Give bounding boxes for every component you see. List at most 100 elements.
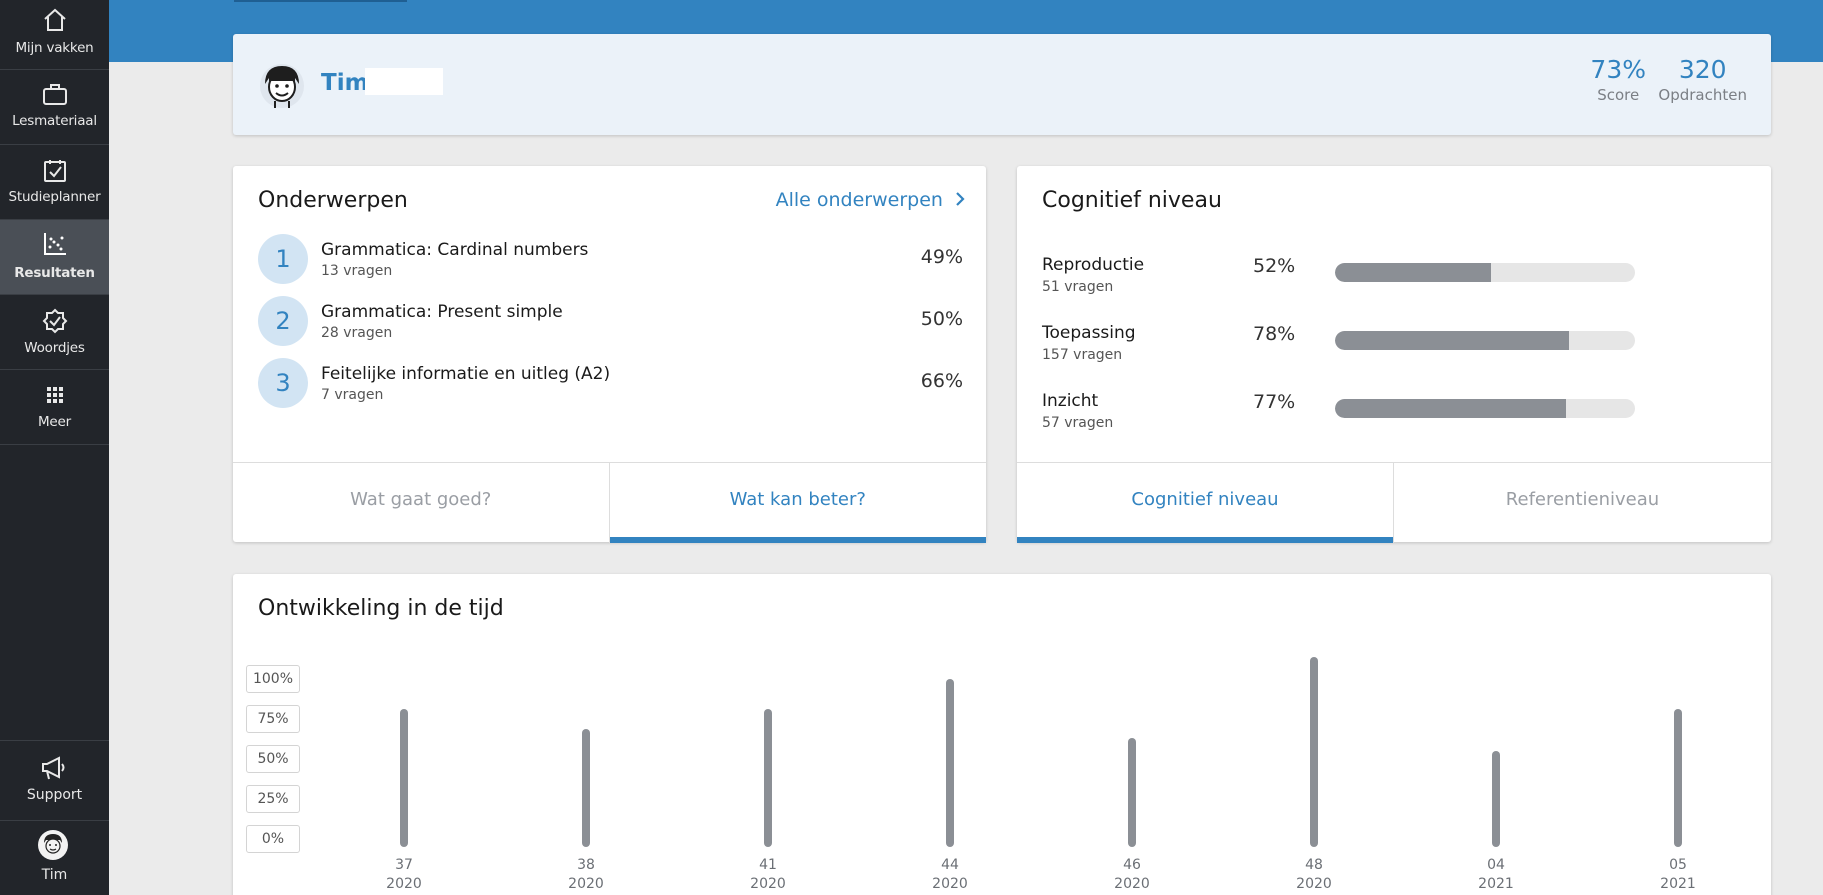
all-topics-label: Alle onderwerpen xyxy=(775,189,943,211)
redacted-surname xyxy=(365,68,443,95)
chevron-right-icon xyxy=(956,192,965,206)
sidebar-item-label: Resultaten xyxy=(14,265,95,281)
home-icon xyxy=(43,8,66,31)
cognitive-tabbar: Cognitief niveau Referentieniveau xyxy=(1017,462,1771,543)
tab-referentieniveau[interactable]: Referentieniveau xyxy=(1394,463,1771,543)
chart-bar[interactable] xyxy=(1674,709,1682,847)
development-chart-card: Ontwikkeling in de tijd 100% 75% 50% 25% 0% 3… xyxy=(233,574,1771,895)
week-label: 38 xyxy=(577,857,595,873)
cognitive-progress-fill xyxy=(1335,399,1566,418)
header-tab-indicator xyxy=(234,0,407,2)
avatar-icon xyxy=(38,830,68,860)
cognitive-level-percentage: 78% xyxy=(1253,323,1296,345)
year-label: 2021 xyxy=(1478,876,1514,892)
sidebar-item-woordjes[interactable]: Woordjes xyxy=(0,295,109,370)
sidebar-item-user[interactable]: Tim xyxy=(0,820,109,895)
x-axis-tick-label: 04 2021 xyxy=(1466,856,1526,894)
cognitive-level-count: 157 vragen xyxy=(1042,347,1123,363)
support-label: Support xyxy=(26,787,83,803)
tab-wat-gaat-goed[interactable]: Wat gaat goed? xyxy=(233,463,610,543)
chart-bar[interactable] xyxy=(1310,656,1318,847)
avatar xyxy=(260,64,304,108)
week-label: 37 xyxy=(395,857,413,873)
grid-icon xyxy=(46,387,63,403)
megaphone-icon xyxy=(42,756,65,780)
y-axis-tick-label: 75% xyxy=(246,705,300,733)
y-axis-tick-label: 50% xyxy=(246,745,300,773)
assignments-label: Opdrachten xyxy=(1658,86,1747,104)
year-label: 2020 xyxy=(568,876,604,892)
sidebar-item-resultaten[interactable]: Resultaten xyxy=(0,220,109,295)
topics-card: Onderwerpen Alle onderwerpen 1 Grammatic… xyxy=(233,166,987,543)
user-label: Tim xyxy=(41,867,68,883)
topic-row[interactable]: 1 Grammatica: Cardinal numbers 13 vragen… xyxy=(258,234,963,289)
cognitive-progress-bar xyxy=(1335,263,1635,282)
week-label: 46 xyxy=(1123,857,1141,873)
x-axis-tick-label: 46 2020 xyxy=(1102,856,1162,894)
score-stat: 73% Score xyxy=(1590,55,1646,104)
year-label: 2021 xyxy=(1660,876,1696,892)
topic-percentage: 66% xyxy=(920,370,963,392)
sidebar-item-meer[interactable]: Meer xyxy=(0,370,109,445)
briefcase-icon xyxy=(42,84,67,105)
sidebar-item-label: Mijn vakken xyxy=(15,40,94,56)
cognitive-title: Cognitief niveau xyxy=(1042,188,1222,213)
topic-question-count: 28 vragen xyxy=(321,325,393,341)
cognitive-progress-fill xyxy=(1335,263,1491,282)
cognitive-progress-bar xyxy=(1335,331,1635,350)
tab-wat-kan-beter[interactable]: Wat kan beter? xyxy=(609,463,987,543)
cognitive-row: Toepassing 157 vragen 78% xyxy=(1042,323,1642,373)
cognitive-row: Inzicht 57 vragen 77% xyxy=(1042,391,1642,441)
topic-row[interactable]: 2 Grammatica: Present simple 28 vragen 5… xyxy=(258,296,963,351)
user-name: Tim xyxy=(321,70,369,96)
cognitive-card: Cognitief niveau Reproductie 51 vragen 5… xyxy=(1017,166,1771,543)
cognitive-level-title: Inzicht xyxy=(1042,391,1099,411)
cognitive-level-count: 57 vragen xyxy=(1042,415,1114,431)
sidebar-item-support[interactable]: Support xyxy=(0,740,109,820)
x-axis-tick-label: 48 2020 xyxy=(1284,856,1344,894)
year-label: 2020 xyxy=(1114,876,1150,892)
chart-bar[interactable] xyxy=(946,679,954,847)
sidebar-item-label: Woordjes xyxy=(24,340,85,356)
chart-bar[interactable] xyxy=(400,709,408,847)
sidebar-item-studieplanner[interactable]: Studieplanner xyxy=(0,145,109,220)
topic-percentage: 49% xyxy=(920,246,963,268)
sidebar-item-label: Lesmateriaal xyxy=(12,113,97,129)
week-label: 48 xyxy=(1305,857,1323,873)
topic-question-count: 13 vragen xyxy=(321,263,393,279)
sidebar-item-lesmateriaal[interactable]: Lesmateriaal xyxy=(0,70,109,145)
chart-bar[interactable] xyxy=(1128,738,1136,847)
topic-title: Grammatica: Present simple xyxy=(321,302,563,322)
cognitive-level-title: Reproductie xyxy=(1042,255,1145,275)
chart-bar[interactable] xyxy=(764,709,772,847)
year-label: 2020 xyxy=(1296,876,1332,892)
x-axis-tick-label: 44 2020 xyxy=(920,856,980,894)
cognitive-level-percentage: 77% xyxy=(1253,391,1296,413)
topic-number: 1 xyxy=(258,234,308,284)
sidebar-item-mijn-vakken[interactable]: Mijn vakken xyxy=(0,0,109,70)
cognitive-progress-bar xyxy=(1335,399,1635,418)
topics-title: Onderwerpen xyxy=(258,188,408,213)
topic-row[interactable]: 3 Feitelijke informatie en uitleg (A2) 7… xyxy=(258,358,963,413)
calendar-check-icon xyxy=(43,160,66,182)
year-label: 2020 xyxy=(386,876,422,892)
all-topics-link[interactable]: Alle onderwerpen xyxy=(776,189,966,211)
topic-number: 2 xyxy=(258,296,308,346)
sidebar-item-label: Meer xyxy=(37,414,71,430)
cognitive-level-percentage: 52% xyxy=(1253,255,1296,277)
week-label: 04 xyxy=(1487,857,1505,873)
cognitive-level-title: Toepassing xyxy=(1042,323,1136,343)
week-label: 44 xyxy=(941,857,959,873)
assignments-stat: 320 Opdrachten xyxy=(1658,55,1747,104)
topic-percentage: 50% xyxy=(920,308,963,330)
week-label: 05 xyxy=(1669,857,1687,873)
tab-cognitief-niveau[interactable]: Cognitief niveau xyxy=(1017,463,1394,543)
cognitive-level-count: 51 vragen xyxy=(1042,279,1114,295)
cognitive-progress-fill xyxy=(1335,331,1569,350)
score-label: Score xyxy=(1597,86,1640,104)
week-label: 41 xyxy=(759,857,777,873)
topics-tabbar: Wat gaat goed? Wat kan beter? xyxy=(233,462,987,543)
sidebar-item-label: Studieplanner xyxy=(8,189,101,205)
chart-bar[interactable] xyxy=(1492,751,1500,847)
chart-bar[interactable] xyxy=(582,728,590,847)
